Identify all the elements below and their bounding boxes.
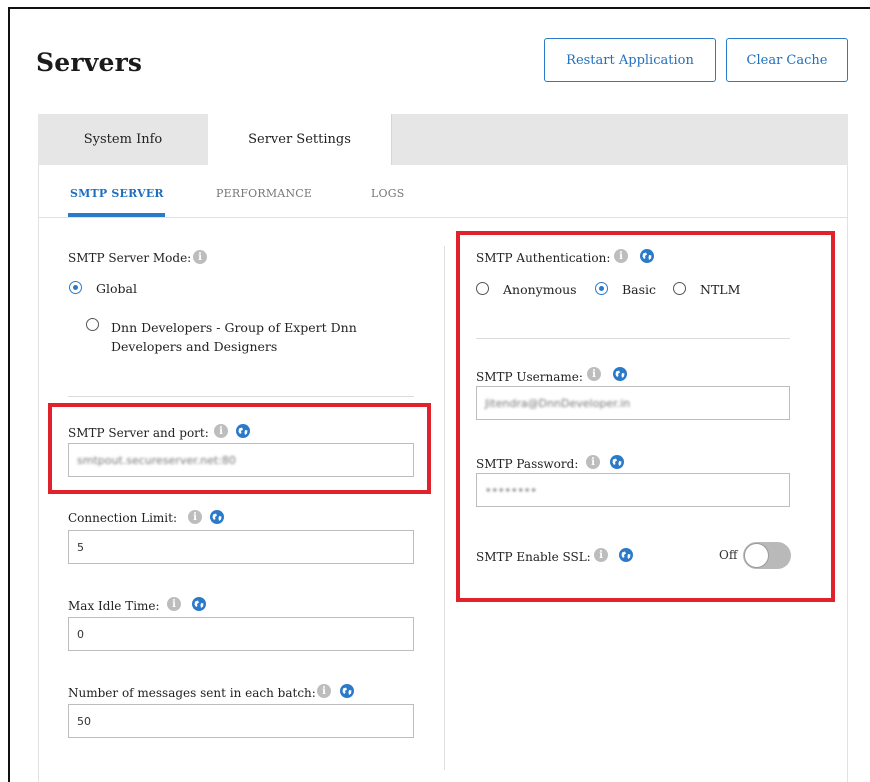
info-icon[interactable]: i [188,510,202,524]
tab-server-settings[interactable]: Server Settings [208,114,392,165]
active-subtab-indicator [68,213,165,217]
clear-cache-button[interactable]: Clear Cache [726,38,848,82]
radio-portal-label: Dnn Developers - Group of Expert Dnn Dev… [111,320,357,354]
globe-icon[interactable] [340,684,354,698]
page-title: Servers [36,48,143,77]
info-icon[interactable]: i [167,597,181,611]
max-idle-time-label: Max Idle Time: [68,599,160,613]
globe-icon[interactable] [192,597,206,611]
radio-global[interactable] [69,281,82,294]
radio-global-label: Global [96,281,137,296]
column-divider [444,246,445,770]
main-tabs: System Info Server Settings [38,114,848,165]
subtab-smtp-server[interactable]: SMTP SERVER [70,187,164,200]
subtab-performance[interactable]: PERFORMANCE [216,187,312,200]
connection-limit-input[interactable]: 5 [68,530,414,564]
max-idle-time-input[interactable]: 0 [68,617,414,651]
highlight-box-authentication [456,231,835,602]
smtp-server-mode-label: SMTP Server Mode: [68,251,192,265]
sub-tabs: SMTP SERVER PERFORMANCE LOGS [38,165,848,218]
connection-limit-label: Connection Limit: [68,511,178,525]
globe-icon[interactable] [210,510,224,524]
tab-system-info[interactable]: System Info [38,114,208,165]
subtab-logs[interactable]: LOGS [371,187,404,200]
left-separator [68,396,414,397]
restart-application-button[interactable]: Restart Application [544,38,716,82]
info-icon[interactable]: i [317,684,331,698]
radio-portal[interactable] [86,318,99,331]
batch-size-input[interactable]: 50 [68,704,414,738]
info-icon[interactable]: i [193,250,207,264]
batch-size-label: Number of messages sent in each batch: [68,686,316,700]
highlight-box-server-port [48,403,431,494]
